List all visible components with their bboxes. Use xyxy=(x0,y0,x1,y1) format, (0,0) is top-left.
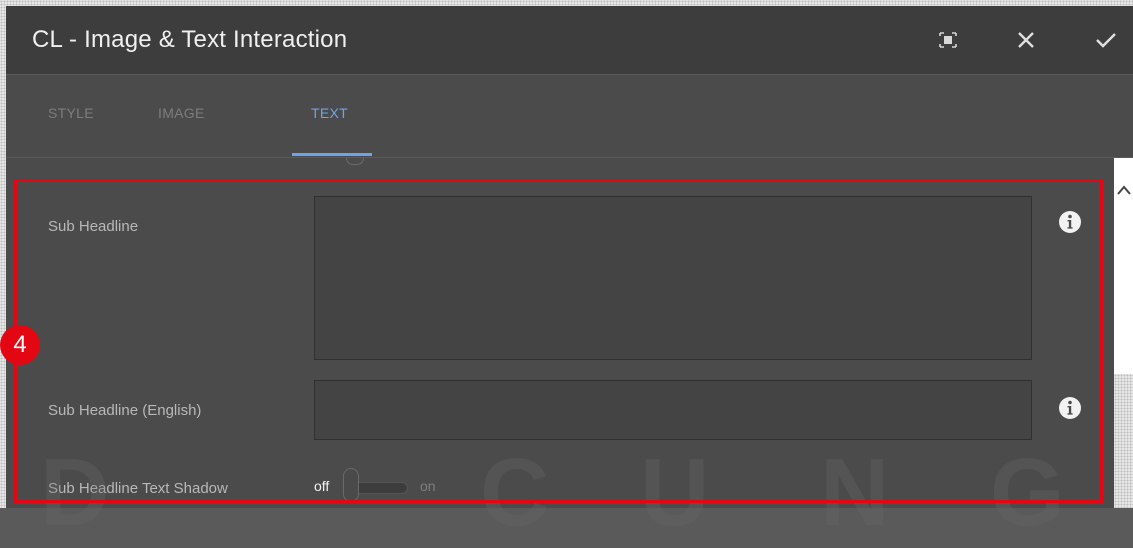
toggle-knob[interactable] xyxy=(343,468,359,502)
sub-headline-english-input[interactable] xyxy=(314,380,1032,440)
done-button[interactable] xyxy=(1086,20,1126,60)
toggle-on-label: on xyxy=(420,478,436,494)
sub-headline-english-label: Sub Headline (English) xyxy=(48,402,202,419)
sub-headline-label: Sub Headline xyxy=(48,218,139,235)
tab-style[interactable]: STYLE xyxy=(48,105,94,121)
step-number-badge: 4 xyxy=(0,325,40,365)
toggle-off-label: off xyxy=(314,478,330,494)
info-icon[interactable] xyxy=(1058,210,1082,234)
scrollbar[interactable] xyxy=(1114,158,1133,508)
sub-headline-textarea[interactable] xyxy=(314,196,1032,360)
sub-headline-text-shadow-label: Sub Headline Text Shadow xyxy=(48,480,228,497)
tab-text[interactable]: TEXT xyxy=(311,105,348,121)
dialog-header: CL - Image & Text Interaction xyxy=(6,6,1133,75)
scroll-remnant xyxy=(346,158,364,165)
dialog: CL - Image & Text Interaction STYLE IMAG… xyxy=(6,6,1133,508)
close-icon xyxy=(1018,32,1034,48)
done-icon xyxy=(1096,33,1116,48)
active-tab-indicator xyxy=(292,153,372,156)
tab-bar: STYLE IMAGE TEXT xyxy=(6,75,1133,158)
info-icon[interactable] xyxy=(1058,396,1082,420)
close-button[interactable] xyxy=(1006,20,1046,60)
fullscreen-button[interactable] xyxy=(928,20,968,60)
fullscreen-icon xyxy=(939,32,957,48)
chevron-up-icon[interactable] xyxy=(1116,184,1132,196)
dialog-title: CL - Image & Text Interaction xyxy=(32,26,348,53)
text-tab-panel: Sub Headline Sub Headline (English) Sub … xyxy=(6,158,1114,508)
tab-image[interactable]: IMAGE xyxy=(158,105,205,121)
